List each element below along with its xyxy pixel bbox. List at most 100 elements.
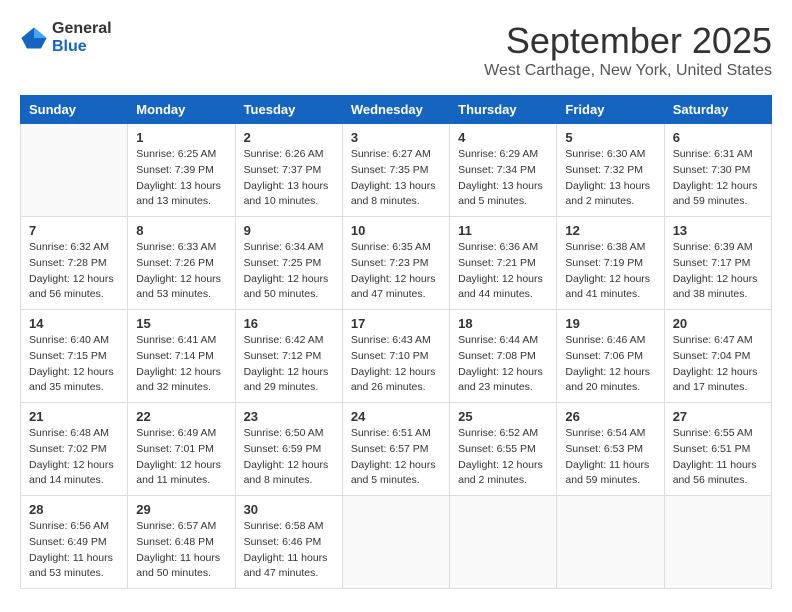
- day-number: 5: [565, 130, 655, 145]
- day-number: 16: [244, 316, 334, 331]
- col-header-tuesday: Tuesday: [235, 96, 342, 124]
- day-number: 25: [458, 409, 548, 424]
- day-number: 26: [565, 409, 655, 424]
- day-number: 21: [29, 409, 119, 424]
- day-cell: 21Sunrise: 6:48 AMSunset: 7:02 PMDayligh…: [21, 403, 128, 496]
- location-subtitle: West Carthage, New York, United States: [484, 62, 772, 80]
- day-cell: 17 Sunrise: 6:43 AMSunset: 7:10 PMDayligh…: [342, 310, 449, 403]
- day-number: 22: [136, 409, 226, 424]
- sun-info: Sunrise: 6:36 AMSunset: 7:21 PMDaylight:…: [458, 240, 548, 303]
- logo-icon: [20, 24, 48, 52]
- sun-info: Sunrise: 6:57 AMSunset: 6:48 PMDaylight:…: [136, 519, 226, 582]
- sun-info: Sunrise: 6:39 AMSunset: 7:17 PMDaylight:…: [673, 240, 763, 303]
- sun-info: Sunrise: 6:47 AMSunset: 7:04 PMDaylight:…: [673, 333, 763, 396]
- day-number: 9: [244, 223, 334, 238]
- sun-info: Sunrise: 6:34 AMSunset: 7:25 PMDaylight:…: [244, 240, 334, 303]
- day-cell: 13 Sunrise: 6:39 AMSunset: 7:17 PMDayligh…: [664, 217, 771, 310]
- sun-info: Sunrise: 6:50 AMSunset: 6:59 PMDaylight:…: [244, 426, 334, 489]
- sun-info: Sunrise: 6:52 AMSunset: 6:55 PMDaylight:…: [458, 426, 548, 489]
- day-cell: 24 Sunrise: 6:51 AMSunset: 6:57 PMDayligh…: [342, 403, 449, 496]
- day-number: 23: [244, 409, 334, 424]
- day-number: 2: [244, 130, 334, 145]
- day-cell: 5 Sunrise: 6:30 AMSunset: 7:32 PMDaylight…: [557, 124, 664, 217]
- day-cell: 29 Sunrise: 6:57 AMSunset: 6:48 PMDayligh…: [128, 496, 235, 589]
- day-cell: [664, 496, 771, 589]
- day-cell: 8Sunrise: 6:33 AMSunset: 7:26 PMDaylight…: [128, 217, 235, 310]
- day-number: 20: [673, 316, 763, 331]
- day-number: 11: [458, 223, 548, 238]
- day-cell: 1 Sunrise: 6:25 AMSunset: 7:39 PMDaylight…: [128, 124, 235, 217]
- col-header-friday: Friday: [557, 96, 664, 124]
- day-number: 14: [29, 316, 119, 331]
- sun-info: Sunrise: 6:55 AMSunset: 6:51 PMDaylight:…: [673, 426, 763, 489]
- day-cell: 19Sunrise: 6:46 AMSunset: 7:06 PMDayligh…: [557, 310, 664, 403]
- day-cell: 28 Sunrise: 6:56 AMSunset: 6:49 PMDayligh…: [21, 496, 128, 589]
- day-cell: 20 Sunrise: 6:47 AMSunset: 7:04 PMDayligh…: [664, 310, 771, 403]
- day-cell: [450, 496, 557, 589]
- day-cell: 15Sunrise: 6:41 AMSunset: 7:14 PMDayligh…: [128, 310, 235, 403]
- header-row: SundayMondayTuesdayWednesdayThursdayFrid…: [21, 96, 772, 124]
- week-row-2: 7Sunrise: 6:32 AMSunset: 7:28 PMDaylight…: [21, 217, 772, 310]
- day-number: 30: [244, 502, 334, 517]
- sun-info: Sunrise: 6:56 AMSunset: 6:49 PMDaylight:…: [29, 519, 119, 582]
- day-number: 1: [136, 130, 226, 145]
- day-number: 27: [673, 409, 763, 424]
- sun-info: Sunrise: 6:26 AMSunset: 7:37 PMDaylight:…: [244, 147, 334, 210]
- day-number: 28: [29, 502, 119, 517]
- day-cell: 22Sunrise: 6:49 AMSunset: 7:01 PMDayligh…: [128, 403, 235, 496]
- sun-info: Sunrise: 6:33 AMSunset: 7:26 PMDaylight:…: [136, 240, 226, 303]
- logo: General Blue: [20, 20, 112, 56]
- week-row-5: 28 Sunrise: 6:56 AMSunset: 6:49 PMDayligh…: [21, 496, 772, 589]
- day-number: 17: [351, 316, 441, 331]
- sun-info: Sunrise: 6:25 AMSunset: 7:39 PMDaylight:…: [136, 147, 226, 210]
- col-header-wednesday: Wednesday: [342, 96, 449, 124]
- day-number: 12: [565, 223, 655, 238]
- col-header-thursday: Thursday: [450, 96, 557, 124]
- col-header-monday: Monday: [128, 96, 235, 124]
- sun-info: Sunrise: 6:54 AMSunset: 6:53 PMDaylight:…: [565, 426, 655, 489]
- day-number: 4: [458, 130, 548, 145]
- day-number: 13: [673, 223, 763, 238]
- day-number: 3: [351, 130, 441, 145]
- sun-info: Sunrise: 6:40 AMSunset: 7:15 PMDaylight:…: [29, 333, 119, 396]
- sun-info: Sunrise: 6:31 AMSunset: 7:30 PMDaylight:…: [673, 147, 763, 210]
- day-number: 18: [458, 316, 548, 331]
- sun-info: Sunrise: 6:35 AMSunset: 7:23 PMDaylight:…: [351, 240, 441, 303]
- day-cell: 6 Sunrise: 6:31 AMSunset: 7:30 PMDaylight…: [664, 124, 771, 217]
- day-cell: 3 Sunrise: 6:27 AMSunset: 7:35 PMDaylight…: [342, 124, 449, 217]
- logo-line2: Blue: [52, 38, 112, 56]
- sun-info: Sunrise: 6:41 AMSunset: 7:14 PMDaylight:…: [136, 333, 226, 396]
- day-number: 6: [673, 130, 763, 145]
- sun-info: Sunrise: 6:51 AMSunset: 6:57 PMDaylight:…: [351, 426, 441, 489]
- day-number: 24: [351, 409, 441, 424]
- calendar-table: SundayMondayTuesdayWednesdayThursdayFrid…: [20, 95, 772, 589]
- sun-info: Sunrise: 6:32 AMSunset: 7:28 PMDaylight:…: [29, 240, 119, 303]
- month-title: September 2025: [484, 20, 772, 62]
- week-row-3: 14 Sunrise: 6:40 AMSunset: 7:15 PMDayligh…: [21, 310, 772, 403]
- day-number: 29: [136, 502, 226, 517]
- day-cell: 10Sunrise: 6:35 AMSunset: 7:23 PMDayligh…: [342, 217, 449, 310]
- day-cell: 11 Sunrise: 6:36 AMSunset: 7:21 PMDayligh…: [450, 217, 557, 310]
- day-cell: 25 Sunrise: 6:52 AMSunset: 6:55 PMDayligh…: [450, 403, 557, 496]
- day-cell: 27 Sunrise: 6:55 AMSunset: 6:51 PMDayligh…: [664, 403, 771, 496]
- sun-info: Sunrise: 6:58 AMSunset: 6:46 PMDaylight:…: [244, 519, 334, 582]
- day-cell: 9 Sunrise: 6:34 AMSunset: 7:25 PMDaylight…: [235, 217, 342, 310]
- sun-info: Sunrise: 6:30 AMSunset: 7:32 PMDaylight:…: [565, 147, 655, 210]
- day-cell: 23 Sunrise: 6:50 AMSunset: 6:59 PMDayligh…: [235, 403, 342, 496]
- day-cell: 18 Sunrise: 6:44 AMSunset: 7:08 PMDayligh…: [450, 310, 557, 403]
- sun-info: Sunrise: 6:29 AMSunset: 7:34 PMDaylight:…: [458, 147, 548, 210]
- sun-info: Sunrise: 6:44 AMSunset: 7:08 PMDaylight:…: [458, 333, 548, 396]
- sun-info: Sunrise: 6:43 AMSunset: 7:10 PMDaylight:…: [351, 333, 441, 396]
- day-cell: [21, 124, 128, 217]
- day-cell: 2 Sunrise: 6:26 AMSunset: 7:37 PMDaylight…: [235, 124, 342, 217]
- sun-info: Sunrise: 6:38 AMSunset: 7:19 PMDaylight:…: [565, 240, 655, 303]
- sun-info: Sunrise: 6:42 AMSunset: 7:12 PMDaylight:…: [244, 333, 334, 396]
- sun-info: Sunrise: 6:27 AMSunset: 7:35 PMDaylight:…: [351, 147, 441, 210]
- day-cell: 4 Sunrise: 6:29 AMSunset: 7:34 PMDaylight…: [450, 124, 557, 217]
- week-row-1: 1 Sunrise: 6:25 AMSunset: 7:39 PMDaylight…: [21, 124, 772, 217]
- sun-info: Sunrise: 6:46 AMSunset: 7:06 PMDaylight:…: [565, 333, 655, 396]
- day-cell: [342, 496, 449, 589]
- logo-line1: General: [52, 20, 112, 38]
- day-cell: 7Sunrise: 6:32 AMSunset: 7:28 PMDaylight…: [21, 217, 128, 310]
- col-header-sunday: Sunday: [21, 96, 128, 124]
